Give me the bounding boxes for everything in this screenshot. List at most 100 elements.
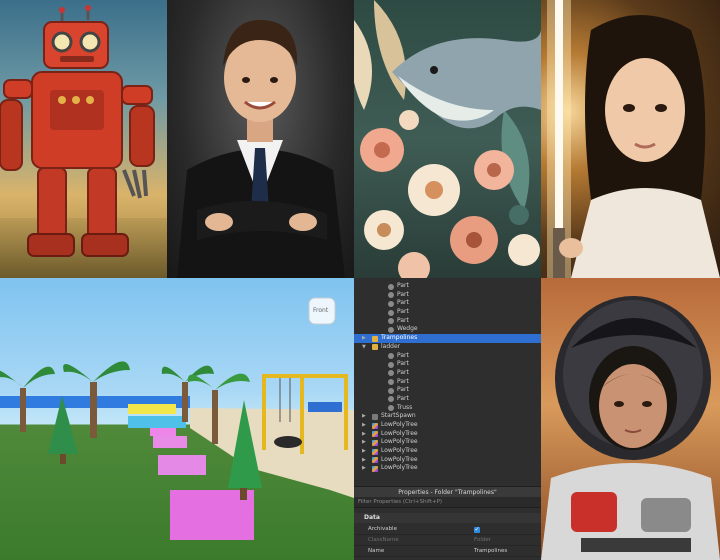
explorer-tree-row[interactable]: ▶ LowPolyTree — [354, 421, 541, 430]
properties-filter-input[interactable]: Filter Properties (Ctrl+Shift+P) — [354, 497, 541, 508]
explorer-tree-label: StartSpawn — [381, 412, 416, 420]
expand-arrow-icon[interactable]: ▶ — [362, 430, 366, 439]
explorer-tree-row[interactable]: Part — [354, 299, 541, 308]
property-row-archivable: Archivable — [354, 524, 541, 535]
property-value[interactable]: Trampolines — [474, 546, 507, 557]
explorer-tree-row[interactable]: Truss — [354, 404, 541, 413]
part-icon — [388, 387, 394, 394]
model-icon — [372, 439, 378, 446]
explorer-tree-row[interactable]: ▶ LowPolyTree — [354, 430, 541, 439]
part-icon — [388, 396, 394, 403]
explorer-tree-label: Part — [397, 351, 409, 359]
boy-portrait — [167, 0, 354, 278]
model-icon — [372, 448, 378, 455]
explorer-tree-label: Part — [397, 360, 409, 368]
explorer-tree-row[interactable]: ▶ LowPolyTree — [354, 464, 541, 473]
explorer-tree-label: Part — [397, 386, 409, 394]
explorer-tree-label: Part — [397, 377, 409, 385]
explorer-tree-row[interactable]: ▶ LowPolyTree — [354, 438, 541, 447]
explorer-tree: Part Part Part Part Part Wedge ▶ Trampolines ▼ la… — [354, 282, 541, 473]
explorer-tree-row[interactable]: Part — [354, 369, 541, 378]
explorer-tree-label: Part — [397, 394, 409, 402]
explorer-tree-row[interactable]: Wedge — [354, 325, 541, 334]
game-viewport[interactable]: Front — [0, 278, 354, 560]
expand-arrow-icon[interactable]: ▶ — [362, 334, 366, 343]
explorer-tree-label: Part — [397, 299, 409, 307]
expand-arrow-icon[interactable]: ▶ — [362, 412, 366, 421]
properties-section-data[interactable]: Data — [354, 513, 541, 523]
property-row-classname: ClassName Folder — [354, 535, 541, 546]
explorer-tree-label: LowPolyTree — [381, 447, 418, 455]
dolphin-flowers-figure — [354, 0, 541, 278]
explorer-tree-row[interactable]: ▼ ladder — [354, 343, 541, 352]
collapse-arrow-icon[interactable]: ▼ — [362, 343, 366, 352]
astronaut-figure — [541, 296, 720, 560]
explorer-tree-label: LowPolyTree — [381, 421, 418, 428]
model-icon — [372, 431, 378, 438]
property-row-name: Name Trampolines — [354, 546, 541, 557]
explorer-tree-label: Truss — [397, 403, 413, 411]
explorer-tree-label: Wedge — [397, 325, 418, 333]
part-icon — [388, 292, 394, 299]
explorer-tree-label: LowPolyTree — [381, 438, 418, 446]
girl-lightsaber-portrait — [541, 0, 720, 278]
property-name: Archivable — [368, 526, 397, 532]
folder-icon — [372, 335, 378, 342]
explorer-tree-row[interactable]: Part — [354, 386, 541, 395]
expand-arrow-icon[interactable]: ▶ — [362, 438, 366, 447]
robot-illustration — [0, 0, 167, 278]
spawn-icon — [372, 413, 378, 420]
explorer-tree-row[interactable]: Part — [354, 317, 541, 326]
explorer-tree-label: Part — [397, 282, 409, 289]
archivable-checkbox[interactable] — [474, 524, 480, 535]
explorer-tree-row[interactable]: Part — [354, 360, 541, 369]
dolphin-paper-art — [354, 0, 541, 278]
part-icon — [388, 318, 394, 325]
explorer-tree-label: Part — [397, 368, 409, 376]
explorer-tree-label: Trampolines — [381, 334, 418, 342]
explorer-tree-row[interactable]: ▶ LowPolyTree — [354, 456, 541, 465]
property-name: ClassName — [368, 537, 399, 543]
expand-arrow-icon[interactable]: ▶ — [362, 464, 366, 473]
explorer-tree-label: Part — [397, 290, 409, 298]
part-icon — [388, 361, 394, 368]
astronaut-portrait — [541, 278, 720, 560]
properties-header: Properties - Folder "Trampolines" — [354, 486, 541, 497]
explorer-tree-label: LowPolyTree — [381, 464, 418, 472]
explorer-tree-row[interactable]: ▶ Trampolines — [354, 334, 541, 343]
game-scene — [0, 361, 354, 540]
expand-arrow-icon[interactable]: ▶ — [362, 421, 366, 430]
explorer-tree-label: ladder — [381, 342, 401, 350]
property-name: Name — [368, 548, 385, 554]
explorer-tree-label: LowPolyTree — [381, 455, 418, 463]
explorer-tree-row[interactable]: Part — [354, 378, 541, 387]
girl-figure — [547, 0, 720, 278]
explorer-tree-row[interactable]: ▶ StartSpawn — [354, 412, 541, 421]
part-icon — [388, 309, 394, 316]
folder-icon — [372, 344, 378, 351]
explorer-tree-row[interactable]: Part — [354, 352, 541, 361]
explorer-tree-row[interactable]: Part — [354, 291, 541, 300]
robot-figure — [0, 5, 155, 257]
part-icon — [388, 379, 394, 386]
explorer-tree-label: Part — [397, 308, 409, 316]
explorer-tree-row[interactable]: Part — [354, 395, 541, 404]
model-icon — [372, 422, 378, 429]
part-icon — [388, 370, 394, 377]
explorer-tree-row[interactable]: Part — [354, 308, 541, 317]
explorer-panel: Part Part Part Part Part Wedge ▶ Trampolines ▼ la… — [354, 278, 541, 560]
model-icon — [372, 457, 378, 464]
truss-icon — [388, 405, 394, 412]
explorer-tree-row[interactable]: Part — [354, 282, 541, 291]
property-value: Folder — [474, 537, 491, 543]
view-cube-label: Front — [313, 307, 329, 314]
explorer-tree-row[interactable]: ▶ LowPolyTree — [354, 447, 541, 456]
part-icon — [388, 283, 394, 290]
expand-arrow-icon[interactable]: ▶ — [362, 456, 366, 465]
wedge-icon — [388, 326, 394, 333]
part-icon — [388, 353, 394, 359]
explorer-tree-label: Part — [397, 316, 409, 324]
boy-figure — [177, 19, 345, 278]
expand-arrow-icon[interactable]: ▶ — [362, 447, 366, 456]
model-icon — [372, 465, 378, 472]
